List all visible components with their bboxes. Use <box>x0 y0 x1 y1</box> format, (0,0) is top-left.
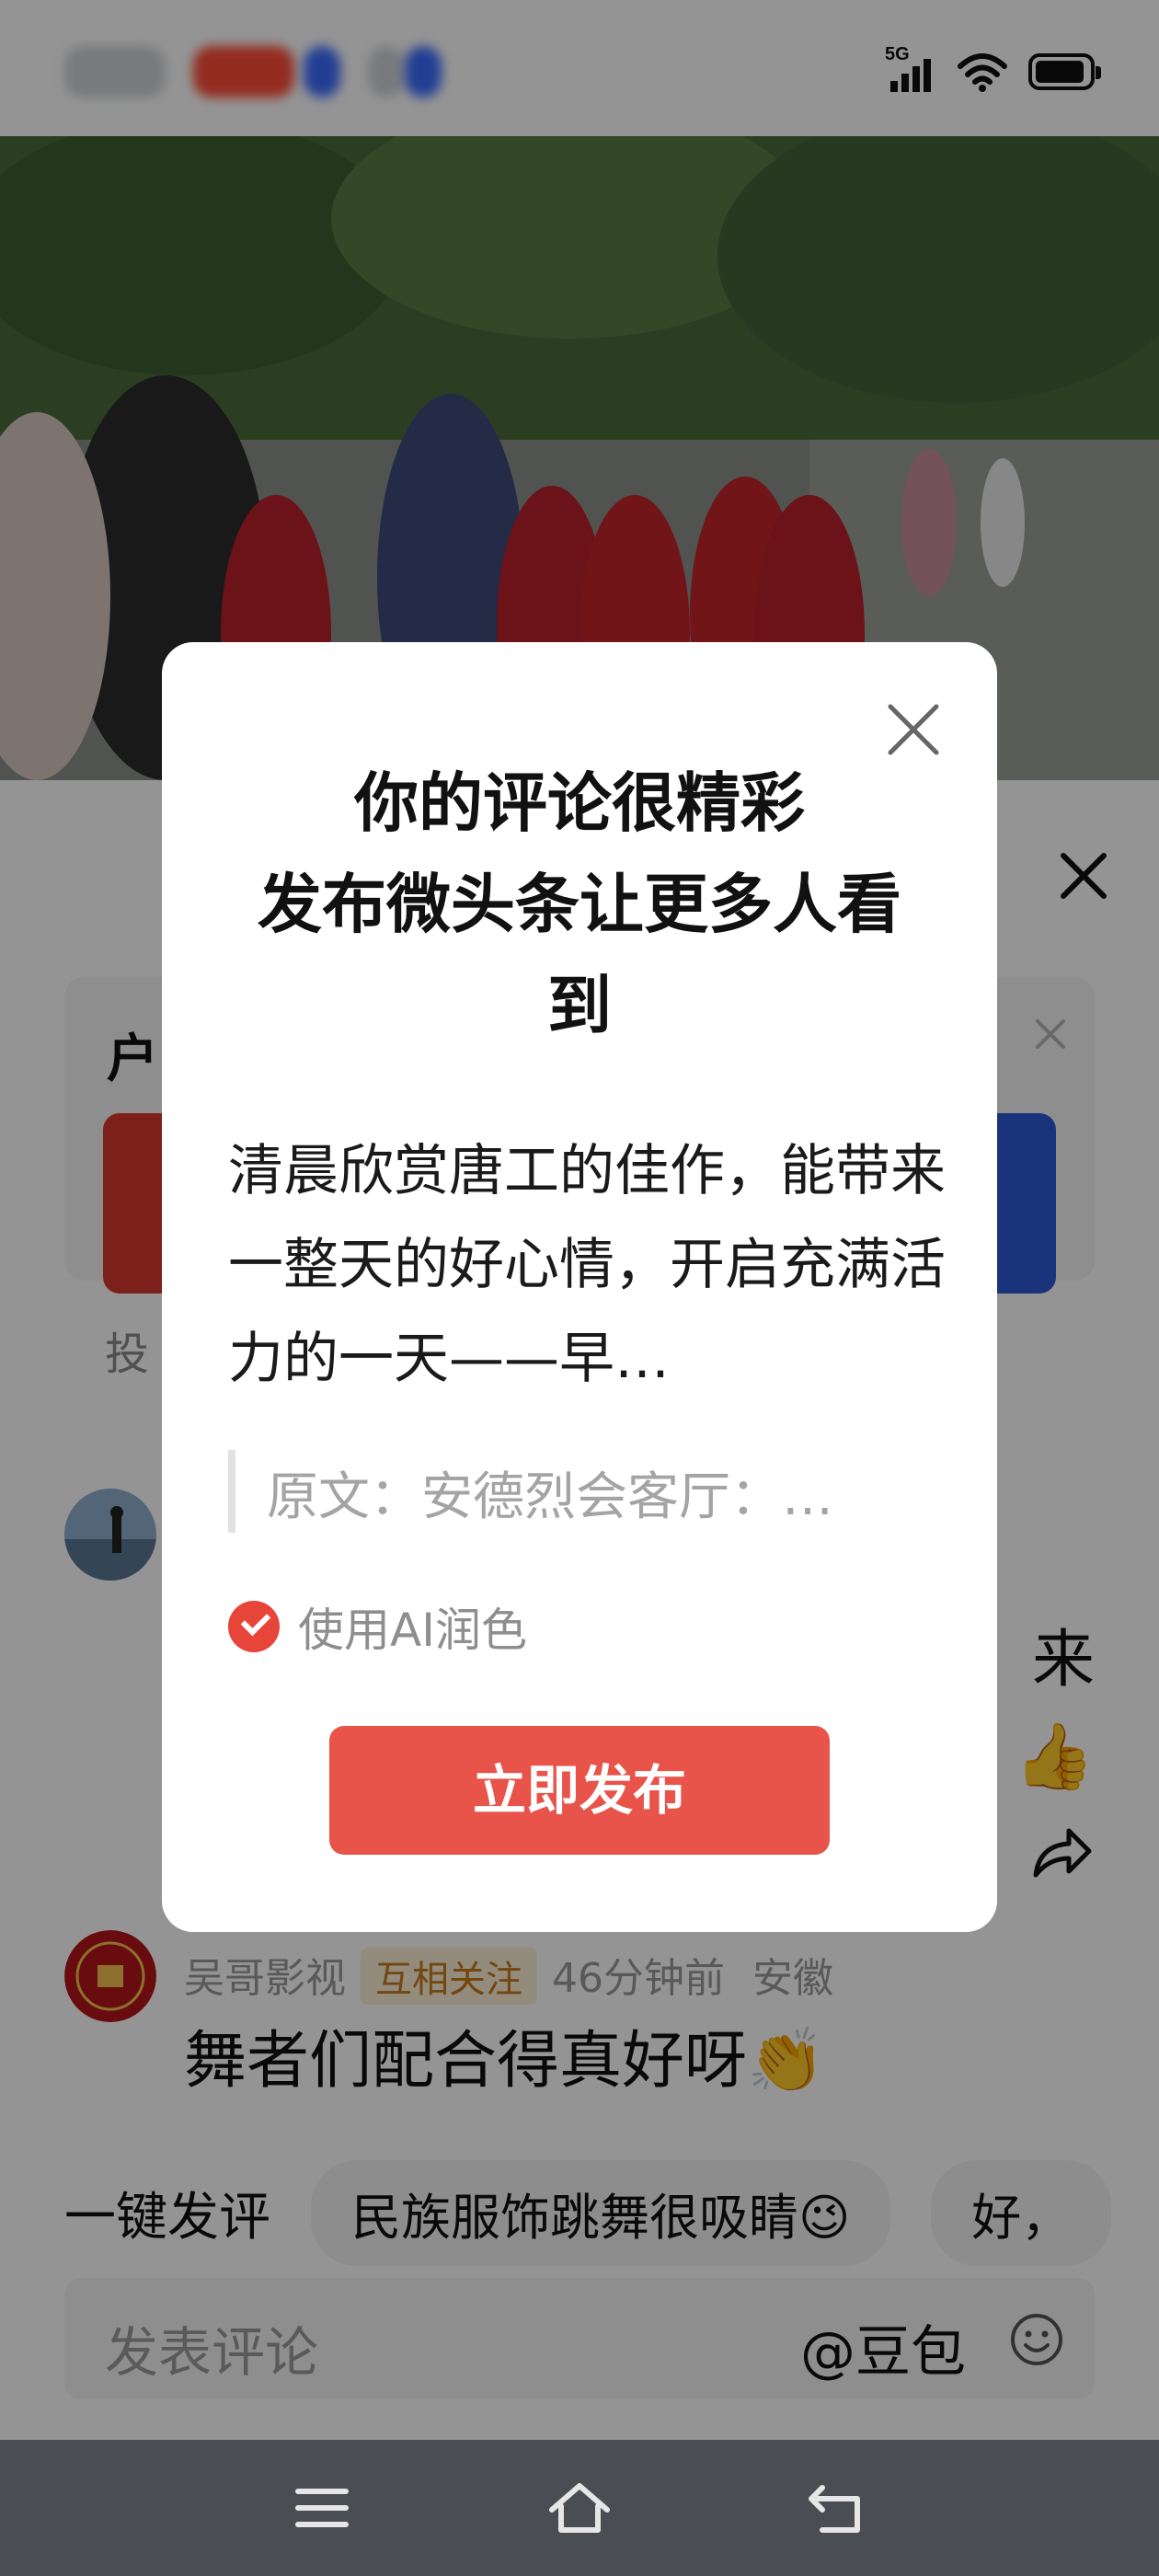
dialog-comment-text: 清晨欣赏唐工的佳作，能带来一整天的好心情，开启充满活力的一天——早… <box>228 1139 946 1391</box>
menu-icon[interactable] <box>285 2478 359 2537</box>
dialog-title-line: 你的评论很精彩 <box>354 765 805 841</box>
original-quote: 原文：安德烈会客厅：… <box>228 1450 927 1533</box>
home-icon[interactable] <box>543 2478 616 2537</box>
ai-polish-label: 使用AI润色 <box>298 1604 527 1657</box>
system-nav-bar <box>0 2440 1159 2576</box>
dialog-title-line: 到 <box>547 968 612 1043</box>
publish-dialog: 你的评论很精彩 发布微头条让更多人看 到 清晨欣赏唐工的佳作，能带来一整天的好心… <box>162 642 997 1932</box>
dialog-title-line: 发布微头条让更多人看 <box>258 867 901 942</box>
back-icon[interactable] <box>800 2478 874 2537</box>
original-quote-text: 原文：安德烈会客厅：… <box>267 1467 833 1527</box>
checkmark-icon[interactable] <box>228 1601 280 1652</box>
close-icon[interactable] <box>885 701 942 758</box>
ai-polish-checkbox[interactable]: 使用AI润色 <box>228 1593 527 1660</box>
dialog-title: 你的评论很精彩 发布微头条让更多人看 到 <box>235 753 924 1056</box>
publish-button[interactable]: 立即发布 <box>329 1726 830 1855</box>
